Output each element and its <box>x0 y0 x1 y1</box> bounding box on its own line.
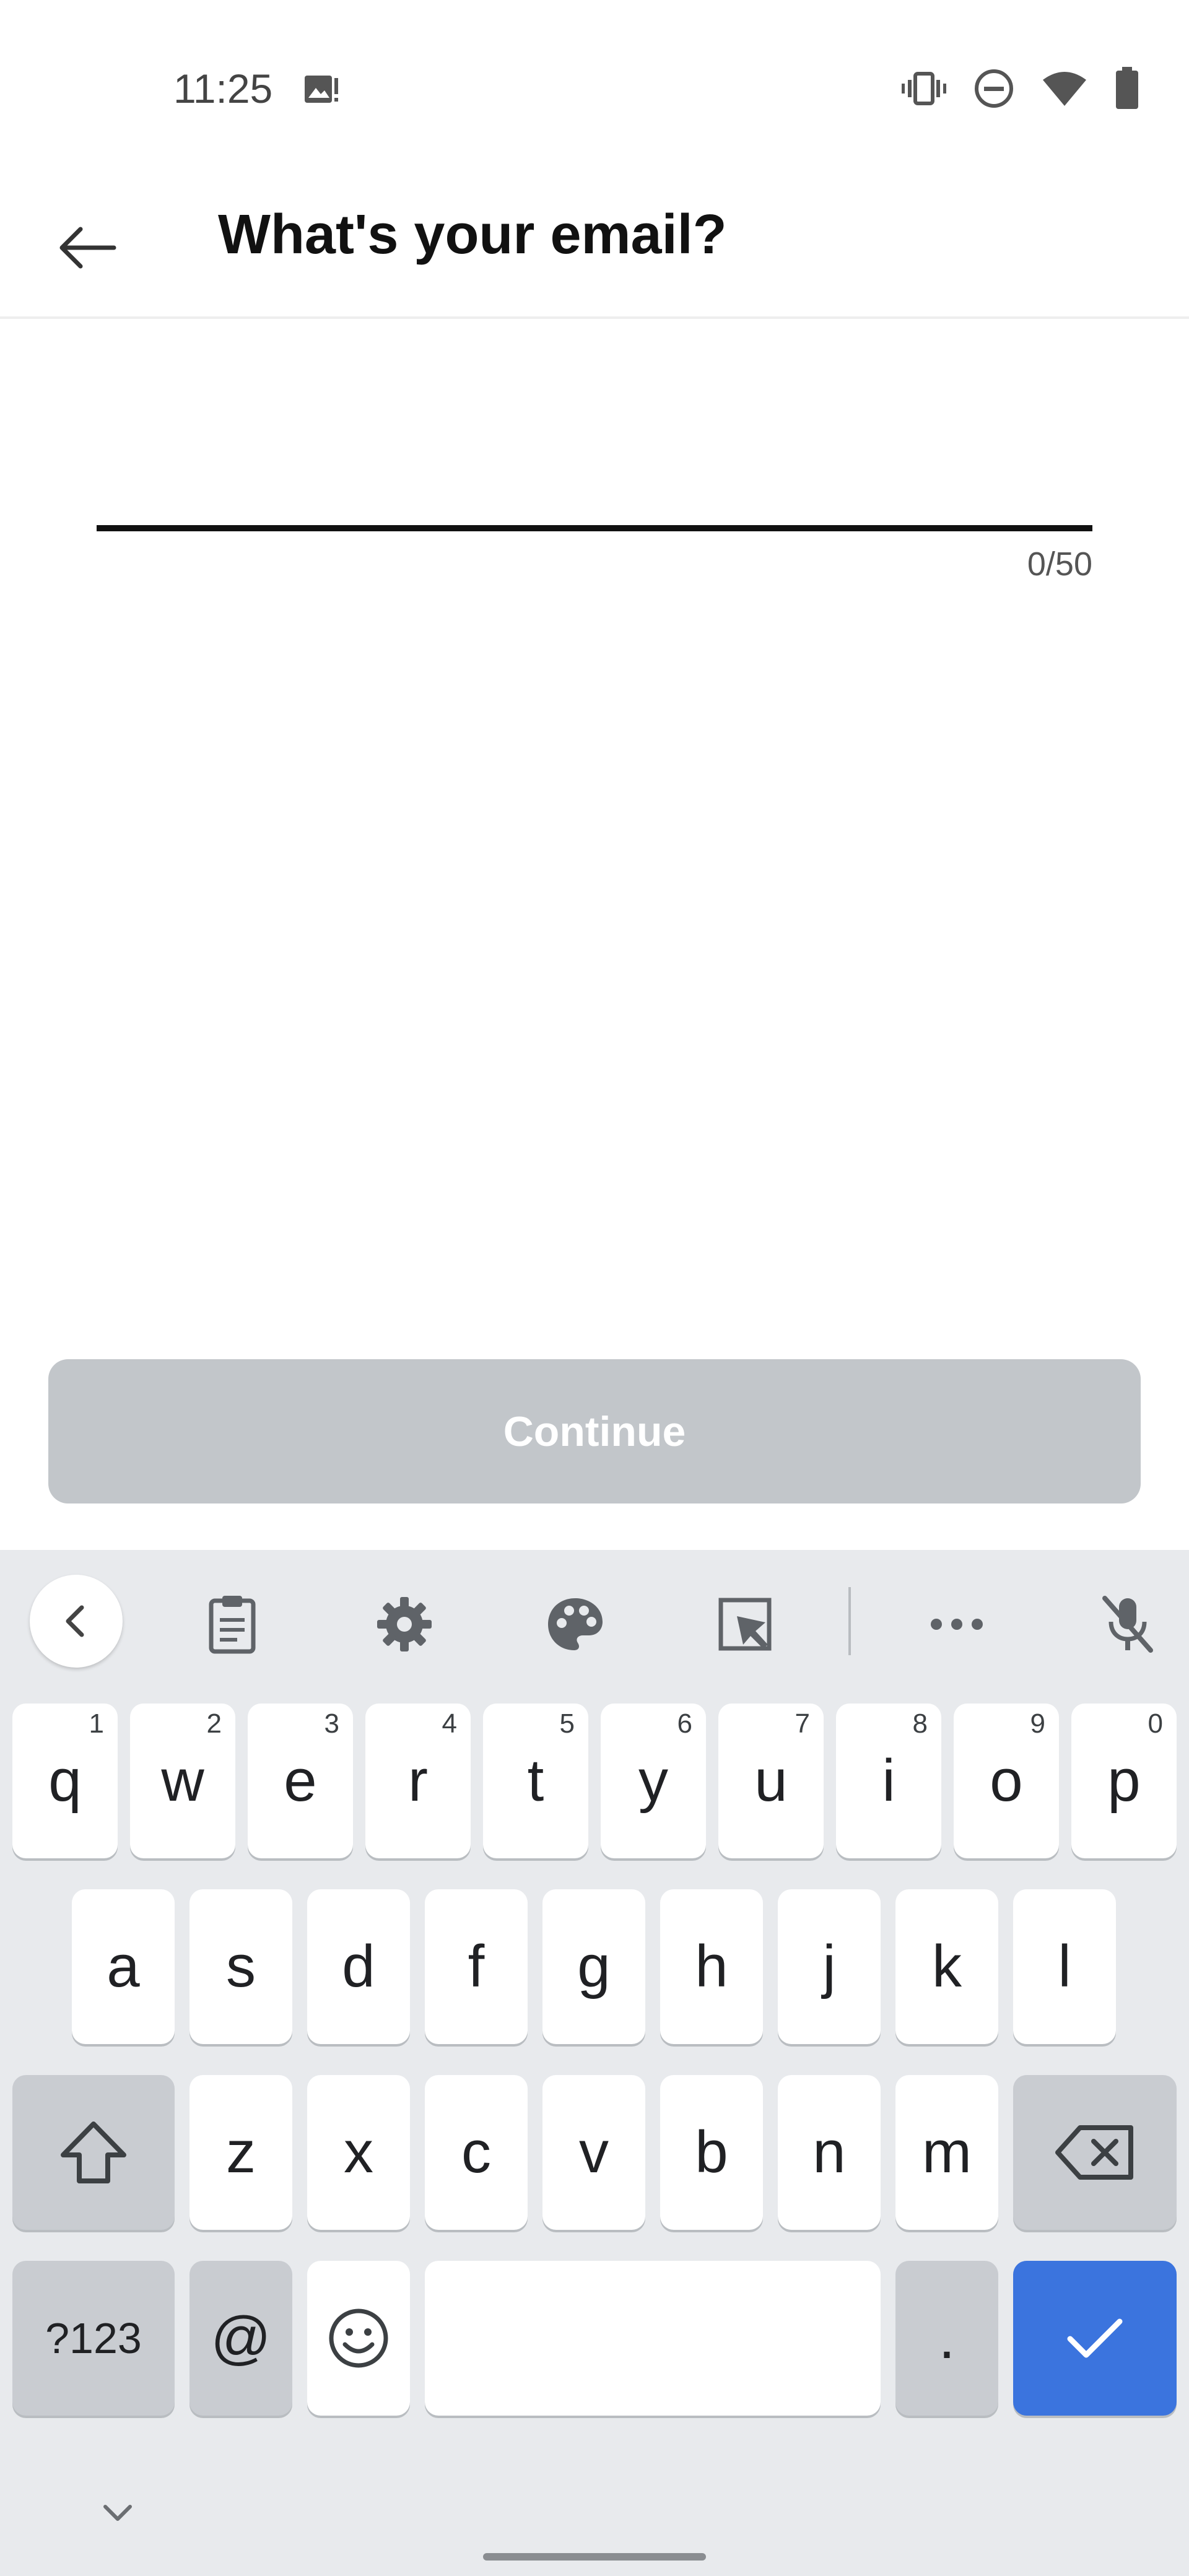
key-v[interactable]: v <box>542 2075 645 2230</box>
key-f[interactable]: f <box>425 1889 528 2044</box>
shift-key[interactable] <box>12 2075 175 2230</box>
key-o[interactable]: o9 <box>954 1704 1059 1858</box>
key-label: i <box>882 1747 895 1814</box>
key-hint: 4 <box>442 1708 457 1739</box>
key-y[interactable]: y6 <box>601 1704 706 1858</box>
image-alert-icon <box>303 73 341 108</box>
page-title: What's your email? <box>218 204 727 266</box>
backspace-key[interactable] <box>1013 2075 1177 2230</box>
key-label: w <box>161 1747 204 1814</box>
vibrate-icon <box>902 70 946 107</box>
email-input[interactable] <box>97 433 1092 528</box>
key-w[interactable]: w2 <box>130 1704 235 1858</box>
key-e[interactable]: e3 <box>248 1704 353 1858</box>
key-c[interactable]: c <box>425 2075 528 2230</box>
key-m[interactable]: m <box>895 2075 998 2230</box>
settings-button[interactable] <box>364 1584 445 1664</box>
toolbar-separator <box>848 1587 851 1655</box>
key-label: q <box>48 1747 82 1814</box>
email-field-container <box>97 433 1092 533</box>
key-label: p <box>1107 1747 1141 1814</box>
key-hint: 8 <box>912 1708 928 1739</box>
do-not-disturb-icon <box>973 68 1014 109</box>
key-label: t <box>527 1747 544 1814</box>
key-hint: 7 <box>795 1708 810 1739</box>
back-button[interactable] <box>50 211 124 285</box>
emoji-icon <box>329 2308 388 2368</box>
more-button[interactable] <box>917 1584 997 1664</box>
space-key[interactable] <box>425 2261 881 2416</box>
key-hint: 0 <box>1148 1708 1163 1739</box>
battery-icon <box>1115 67 1139 110</box>
check-icon <box>1067 2318 1123 2358</box>
key-label: r <box>408 1747 428 1814</box>
key-hint: 2 <box>206 1708 222 1739</box>
key-label: u <box>754 1747 788 1814</box>
status-time: 11:25 <box>173 66 273 111</box>
key-q[interactable]: q1 <box>12 1704 118 1858</box>
palette-icon <box>548 1598 603 1650</box>
gear-icon <box>377 1597 432 1651</box>
email-underline <box>97 525 1092 531</box>
voice-input-button[interactable] <box>1087 1584 1168 1664</box>
keyboard-toolbar <box>0 1550 1189 1692</box>
more-horiz-icon <box>931 1619 983 1630</box>
key-label: y <box>638 1747 668 1814</box>
key-label: o <box>990 1747 1023 1814</box>
key-s[interactable]: s <box>189 1889 292 2044</box>
shift-icon <box>61 2121 126 2183</box>
key-hint: 5 <box>559 1708 575 1739</box>
symbols-key[interactable]: ?123 <box>12 2261 175 2416</box>
key-a[interactable]: a <box>72 1889 175 2044</box>
key-hint: 6 <box>677 1708 692 1739</box>
mic-off-icon <box>1102 1596 1153 1653</box>
hide-keyboard-button[interactable] <box>93 2494 142 2531</box>
key-d[interactable]: d <box>307 1889 410 2044</box>
theme-button[interactable] <box>535 1584 616 1664</box>
home-indicator[interactable] <box>483 2553 706 2561</box>
continue-button[interactable]: Continue <box>48 1359 1141 1503</box>
key-label: e <box>284 1747 317 1814</box>
key-k[interactable]: k <box>895 1889 998 2044</box>
char-counter: 0/50 <box>1027 546 1092 583</box>
key-hint: 9 <box>1030 1708 1045 1739</box>
emoji-key[interactable] <box>307 2261 410 2416</box>
key-t[interactable]: t5 <box>483 1704 588 1858</box>
clipboard-icon <box>209 1596 256 1654</box>
status-icons <box>902 67 1139 110</box>
arrow-left-icon <box>59 227 116 269</box>
key-h[interactable]: h <box>660 1889 763 2044</box>
resize-button[interactable] <box>705 1584 785 1664</box>
wifi-icon <box>1042 70 1087 107</box>
keyboard: q1 w2 e3 r4 t5 y6 u7 i8 o9 p0 a s d f g … <box>0 1550 1189 2576</box>
key-b[interactable]: b <box>660 2075 763 2230</box>
key-u[interactable]: u7 <box>718 1704 824 1858</box>
key-i[interactable]: i8 <box>836 1704 941 1858</box>
clipboard-button[interactable] <box>192 1584 272 1664</box>
key-g[interactable]: g <box>542 1889 645 2044</box>
status-bar: 11:25 <box>0 0 1189 186</box>
key-hint: 3 <box>324 1708 339 1739</box>
backspace-icon <box>1055 2125 1133 2180</box>
resize-icon <box>718 1598 772 1651</box>
key-z[interactable]: z <box>189 2075 292 2230</box>
key-n[interactable]: n <box>778 2075 881 2230</box>
enter-key[interactable] <box>1013 2261 1177 2416</box>
key-r[interactable]: r4 <box>365 1704 471 1858</box>
at-key[interactable]: @ <box>189 2261 292 2416</box>
key-hint: 1 <box>89 1708 104 1739</box>
key-x[interactable]: x <box>307 2075 410 2230</box>
chevron-left-icon <box>66 1605 84 1637</box>
app-bar: What's your email? <box>0 186 1189 319</box>
key-p[interactable]: p0 <box>1071 1704 1177 1858</box>
period-key[interactable]: . <box>895 2261 998 2416</box>
chevron-down-icon <box>103 2505 132 2521</box>
key-l[interactable]: l <box>1013 1889 1116 2044</box>
key-j[interactable]: j <box>778 1889 881 2044</box>
keyboard-back-button[interactable] <box>30 1575 123 1668</box>
